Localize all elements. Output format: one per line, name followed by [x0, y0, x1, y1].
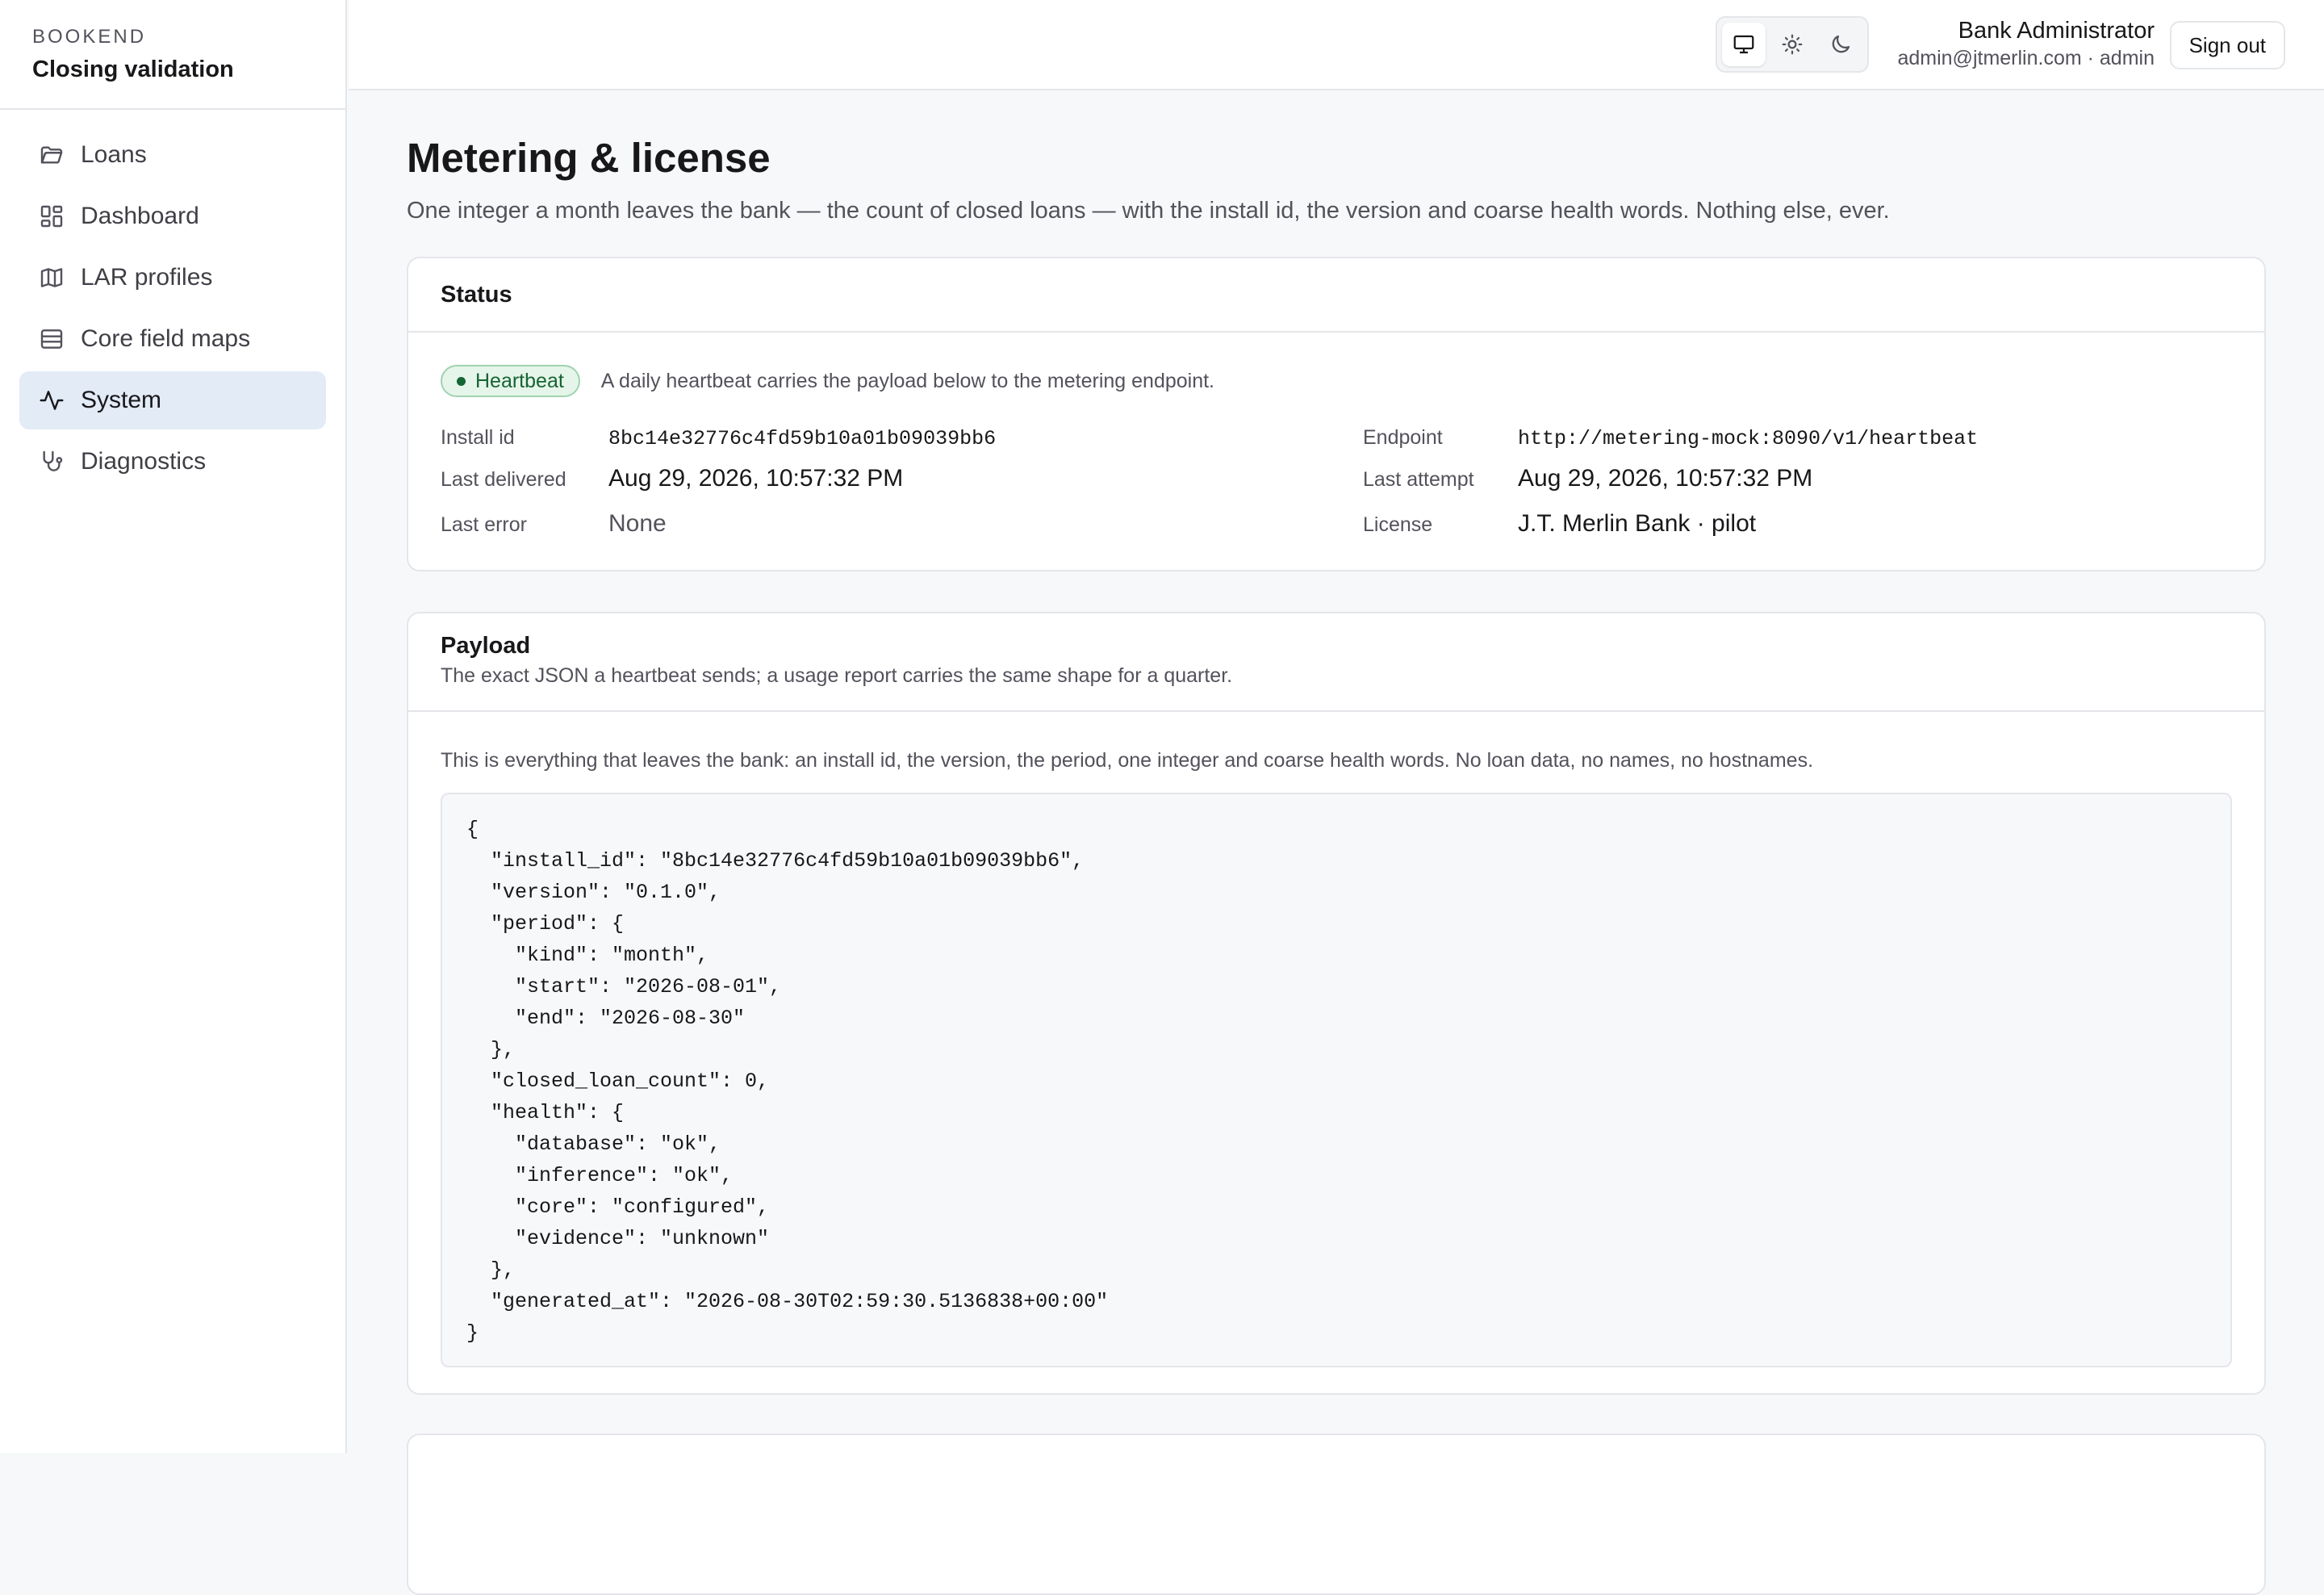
payload-card: Payload The exact JSON a heartbeat sends… [407, 612, 2266, 1395]
last-attempt-row: Last attempt Aug 29, 2026, 10:57:32 PM [1363, 465, 1812, 492]
payload-card-title: Payload [441, 633, 531, 659]
install-id-row: Install id 8bc14e32776c4fd59b10a01b09039… [441, 426, 996, 450]
table-icon [40, 329, 63, 349]
sidebar-item-dashboard[interactable]: Dashboard [19, 187, 326, 245]
sidebar-item-label: Core field maps [81, 325, 251, 352]
sidebar-item-label: System [81, 387, 162, 413]
moon-icon [1832, 35, 1850, 53]
status-dot-icon [457, 376, 466, 386]
top-bar: Bank Administrator admin@jtmerlin.com · … [349, 0, 2324, 90]
payload-json-block[interactable]: { "install_id": "8bc14e32776c4fd59b10a01… [441, 793, 2232, 1367]
page-title: Metering & license [407, 135, 771, 181]
theme-dark-button[interactable] [1819, 23, 1862, 66]
page-description: One integer a month leaves the bank — th… [407, 198, 1890, 224]
payload-card-subtitle: The exact JSON a heartbeat sends; a usag… [441, 664, 1233, 687]
sign-out-button[interactable]: Sign out [2169, 21, 2285, 69]
sidebar-item-core-field-maps[interactable]: Core field maps [19, 310, 326, 368]
main-content: Metering & license One integer a month l… [407, 90, 2266, 1595]
status-card-title: Status [441, 281, 512, 308]
sidebar-item-label: Dashboard [81, 203, 199, 229]
last-error-value: None [608, 510, 667, 537]
last-delivered-row: Last delivered Aug 29, 2026, 10:57:32 PM [441, 465, 903, 492]
status-card-header: Status [408, 258, 2264, 333]
heartbeat-description: A daily heartbeat carries the payload be… [600, 369, 1215, 392]
install-id-label: Install id [441, 426, 515, 449]
user-info: Bank Administrator admin@jtmerlin.com · … [1897, 16, 2155, 71]
heartbeat-badge-label: Heartbeat [475, 369, 564, 392]
dashboard-icon [40, 205, 63, 228]
brand-name: BOOKEND [32, 26, 147, 48]
user-name: Bank Administrator [1958, 18, 2155, 44]
license-label: License [1363, 513, 1433, 536]
next-card [407, 1434, 2266, 1595]
install-id-value: 8bc14e32776c4fd59b10a01b09039bb6 [608, 427, 997, 450]
last-attempt-label: Last attempt [1363, 468, 1474, 491]
license-value: J.T. Merlin Bank · pilot [1518, 510, 1757, 537]
sidebar-item-loans[interactable]: Loans [19, 126, 326, 184]
brand-subtitle: Closing validation [32, 57, 234, 82]
heartbeat-row: Heartbeat A daily heartbeat carries the … [441, 365, 1214, 397]
last-attempt-value: Aug 29, 2026, 10:57:32 PM [1518, 465, 1813, 492]
heartbeat-badge: Heartbeat [441, 365, 580, 397]
last-error-label: Last error [441, 513, 527, 536]
folder-icon [40, 146, 63, 164]
theme-system-button[interactable] [1722, 23, 1766, 66]
sidebar-nav: Loans Dashboard LAR profiles Core field … [0, 110, 345, 510]
status-card: Status Heartbeat A daily heartbeat carri… [407, 257, 2266, 571]
activity-icon [40, 391, 64, 410]
endpoint-label: Endpoint [1363, 426, 1443, 449]
map-icon [40, 268, 63, 287]
user-email: admin@jtmerlin.com · admin [1897, 47, 2155, 69]
last-delivered-value: Aug 29, 2026, 10:57:32 PM [608, 465, 904, 492]
stethoscope-icon [43, 450, 63, 471]
brand: BOOKEND Closing validation [0, 0, 345, 110]
sidebar-item-label: Diagnostics [81, 448, 207, 475]
endpoint-value: http://metering-mock:8090/v1/heartbeat [1518, 427, 1979, 450]
payload-card-header: Payload The exact JSON a heartbeat sends… [408, 613, 2264, 712]
sidebar: BOOKEND Closing validation Loans Dashboa… [0, 0, 347, 1453]
monitor-icon [1733, 35, 1754, 54]
last-error-row: Last error None [441, 510, 667, 538]
sidebar-item-system[interactable]: System [19, 371, 326, 429]
sidebar-item-label: Loans [81, 141, 147, 168]
license-row: License J.T. Merlin Bank · pilot [1363, 510, 1756, 538]
payload-note: This is everything that leaves the bank:… [441, 749, 1814, 772]
sidebar-item-label: LAR profiles [81, 264, 213, 291]
endpoint-row: Endpoint http://metering-mock:8090/v1/he… [1363, 426, 1978, 450]
sidebar-item-diagnostics[interactable]: Diagnostics [19, 433, 326, 491]
last-delivered-label: Last delivered [441, 468, 566, 491]
theme-light-button[interactable] [1770, 23, 1814, 66]
theme-switcher [1716, 16, 1869, 73]
sun-icon [1782, 34, 1803, 55]
sidebar-item-lar-profiles[interactable]: LAR profiles [19, 249, 326, 307]
